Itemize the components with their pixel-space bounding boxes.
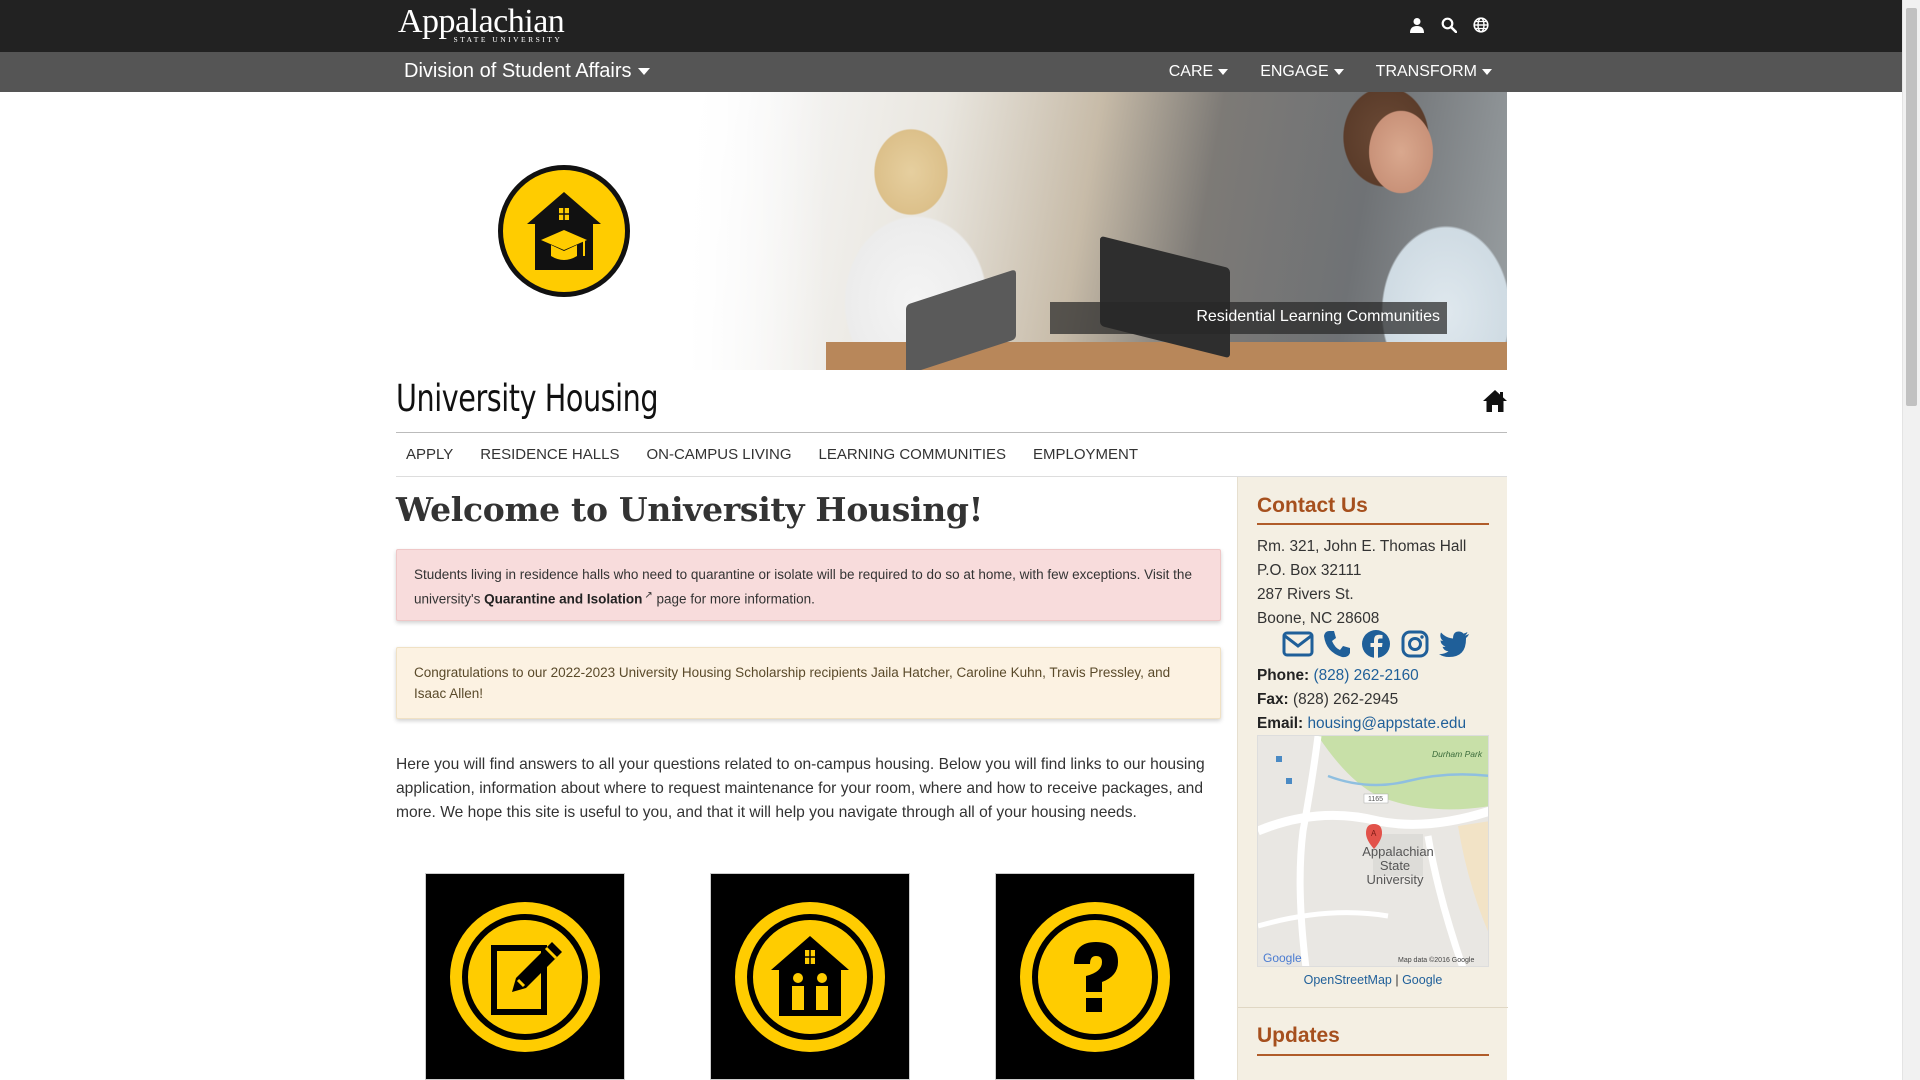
welcome-heading: Welcome to University Housing! [396, 490, 983, 529]
page-scrollbar-thumb[interactable] [1906, 8, 1917, 406]
map-park-label: Durham Park [1432, 749, 1483, 759]
email-icon[interactable] [1282, 628, 1314, 660]
search-icon[interactable] [1438, 14, 1460, 36]
nav-care-label: CARE [1168, 63, 1214, 80]
contact-sidebar: Contact Us Rm. 321, John E. Thomas Hall … [1237, 477, 1508, 1080]
fax-value: (828) 262-2945 [1292, 691, 1399, 708]
map-road-label: 1165 [1368, 796, 1383, 803]
residence-tile-inner [747, 913, 873, 1040]
updates-heading: Updates [1257, 1024, 1340, 1047]
phone-label: Phone: [1257, 667, 1310, 684]
apply-tile[interactable] [425, 873, 625, 1080]
chevron-down-icon [1218, 69, 1229, 75]
contact-address: Rm. 321, John E. Thomas Hall P.O. Box 32… [1257, 535, 1466, 631]
map-brand-label: Google [1263, 951, 1302, 965]
address-line: P.O. Box 32111 [1257, 562, 1362, 579]
fax-label: Fax: [1257, 691, 1289, 708]
map-data-label: Map data ©2016 Google [1398, 956, 1474, 964]
map-place-label: University [1366, 872, 1424, 887]
subnav-residence-halls[interactable]: RESIDENCE HALLS [470, 446, 630, 463]
hero-banner: Residential Learning Communities [396, 92, 1507, 370]
subnav-apply[interactable]: APPLY [396, 446, 464, 463]
instagram-icon[interactable] [1399, 628, 1431, 660]
subnav-employment[interactable]: EMPLOYMENT [1023, 446, 1149, 463]
division-nav: CARE ENGAGE TRANSFORM [1169, 63, 1492, 81]
home-icon[interactable] [1482, 389, 1508, 413]
quarantine-alert: Students living in residence halls who n… [396, 549, 1221, 621]
photo-fade [686, 92, 826, 370]
contact-heading: Contact Us [1257, 494, 1368, 517]
map-marker-label: A [1371, 829, 1377, 838]
external-link-icon: ↗ [644, 590, 653, 601]
sidebar-divider [1238, 1007, 1508, 1008]
housing-subnav: APPLY RESIDENCE HALLS ON-CAMPUS LIVING L… [396, 433, 1507, 477]
faq-tile-inner [1032, 913, 1158, 1040]
address-line: 287 Rivers St. [1257, 586, 1354, 603]
university-housing-logo-icon [498, 165, 630, 297]
user-icon[interactable] [1406, 14, 1428, 36]
contact-heading-rule [1257, 523, 1489, 525]
facebook-icon[interactable] [1360, 628, 1392, 660]
division-title: Division of Student Affairs [404, 60, 632, 82]
intro-paragraph: Here you will find answers to all your q… [396, 756, 1205, 821]
phone-icon[interactable] [1321, 628, 1353, 660]
quarantine-link[interactable]: Quarantine and Isolation [484, 592, 642, 607]
address-line: Rm. 321, John E. Thomas Hall [1257, 538, 1467, 555]
scholarship-alert: Congratulations to our 2022-2023 Univers… [396, 647, 1221, 719]
alert-text-after: page for more information. [652, 591, 815, 607]
banner-caption[interactable]: Residential Learning Communities [1050, 302, 1447, 334]
updates-heading-rule [1257, 1054, 1489, 1056]
openstreetmap-link[interactable]: OpenStreetMap [1304, 973, 1392, 987]
scholarship-text: Congratulations to our 2022-2023 Univers… [414, 665, 1171, 701]
chevron-down-icon [1482, 69, 1492, 75]
google-map-link[interactable]: Google [1402, 973, 1442, 987]
faq-tile-icon [1020, 901, 1170, 1052]
nav-engage-label: ENGAGE [1260, 63, 1329, 80]
apply-tile-inner [462, 913, 588, 1040]
faq-tile[interactable] [995, 873, 1195, 1080]
subnav-learning-communities[interactable]: LEARNING COMMUNITIES [809, 446, 1018, 463]
phone-row: Phone: (828) 262-2160 [1257, 664, 1466, 688]
phone-link[interactable]: (828) 262-2160 [1313, 667, 1418, 684]
nav-engage[interactable]: ENGAGE [1260, 63, 1344, 81]
social-links [1282, 628, 1470, 660]
map-place-label: State [1380, 858, 1410, 873]
residence-tile[interactable] [710, 873, 910, 1080]
contact-details: Phone: (828) 262-2160 Fax: (828) 262-294… [1257, 664, 1466, 736]
fax-row: Fax: (828) 262-2945 [1257, 688, 1466, 712]
apply-tile-icon [450, 901, 600, 1052]
global-header: Appalachian STATE UNIVERSITY [0, 0, 1902, 52]
photo-laptop [1100, 235, 1230, 359]
nav-care[interactable]: CARE [1168, 63, 1229, 81]
map-link-separator: | [1395, 973, 1399, 987]
residence-tile-icon [735, 901, 885, 1052]
division-menu[interactable]: Division of Student Affairs [404, 60, 650, 83]
email-label: Email: [1257, 715, 1304, 732]
page-title: University Housing [396, 377, 659, 420]
appalachian-logo[interactable]: Appalachian STATE UNIVERSITY [398, 3, 565, 44]
map-place-label: Appalachian [1362, 844, 1434, 859]
email-row: Email: housing@appstate.edu [1257, 712, 1466, 736]
map-graphic: 1165 Durham Park A Appalachian State Uni… [1258, 736, 1488, 966]
twitter-icon[interactable] [1438, 628, 1470, 660]
chevron-down-icon [637, 68, 650, 75]
map-credits: OpenStreetMap | Google [1238, 973, 1508, 987]
campus-map[interactable]: 1165 Durham Park A Appalachian State Uni… [1257, 735, 1489, 967]
nav-transform-label: TRANSFORM [1375, 63, 1477, 80]
subnav-on-campus-living[interactable]: ON-CAMPUS LIVING [636, 446, 802, 463]
email-link[interactable]: housing@appstate.edu [1307, 715, 1466, 732]
division-bar: Division of Student Affairs CARE ENGAGE … [0, 52, 1902, 92]
top-utility-icons [1406, 14, 1492, 36]
chevron-down-icon [1333, 69, 1344, 75]
nav-transform[interactable]: TRANSFORM [1376, 63, 1492, 81]
globe-icon[interactable] [1470, 14, 1492, 36]
